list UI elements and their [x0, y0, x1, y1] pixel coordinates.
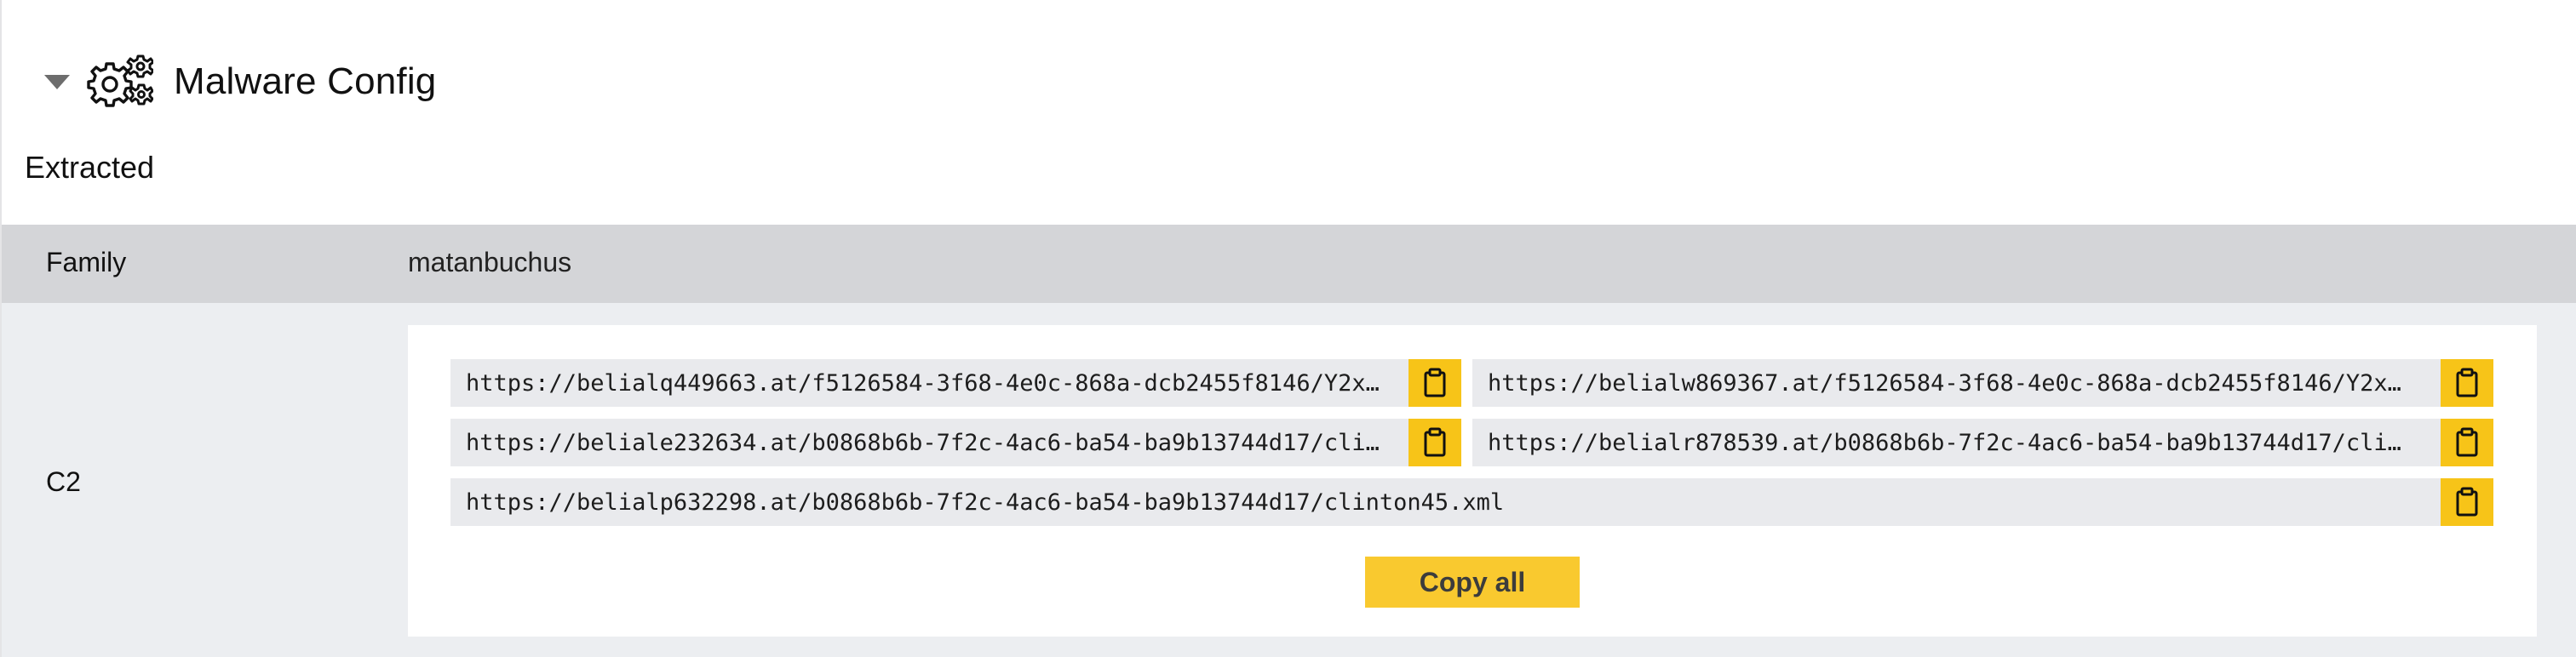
copy-all-button[interactable]: Copy all — [1365, 557, 1580, 608]
clipboard-icon — [1424, 427, 1446, 457]
family-value: matanbuchus — [408, 247, 572, 277]
section-title: Malware Config — [174, 60, 437, 102]
c2-row: C2 https://belialq449663.at/f5126584-3f6… — [2, 303, 2576, 657]
clipboard-icon — [2456, 487, 2478, 517]
copy-url-button[interactable] — [2441, 478, 2493, 526]
c2-url-text[interactable]: https://beliale232634.at/b0868b6b-7f2c-4… — [450, 430, 1408, 456]
c2-url-item: https://belialq449663.at/f5126584-3f68-4… — [450, 359, 1461, 407]
clipboard-icon — [2456, 368, 2478, 397]
c2-label: C2 — [46, 466, 81, 497]
c2-url-text[interactable]: https://belialq449663.at/f5126584-3f68-4… — [450, 370, 1408, 397]
c2-url-item: https://belialp632298.at/b0868b6b-7f2c-4… — [450, 478, 2493, 526]
copy-url-button[interactable] — [1408, 359, 1461, 407]
family-row: Family matanbuchus — [2, 225, 2576, 303]
clipboard-icon — [2456, 427, 2478, 457]
c2-url-item: https://belialw869367.at/f5126584-3f68-4… — [1472, 359, 2493, 407]
clipboard-icon — [1424, 368, 1446, 397]
c2-url-text[interactable]: https://belialr878539.at/b0868b6b-7f2c-4… — [1472, 430, 2441, 456]
malware-config-page: Malware Config Extracted Family matanbuc… — [0, 0, 2576, 657]
extracted-heading: Extracted — [25, 150, 155, 185]
c2-url-item: https://beliale232634.at/b0868b6b-7f2c-4… — [450, 419, 1461, 466]
c2-url-text[interactable]: https://belialp632298.at/b0868b6b-7f2c-4… — [450, 489, 2441, 516]
c2-url-item: https://belialr878539.at/b0868b6b-7f2c-4… — [1472, 419, 2493, 466]
copy-url-button[interactable] — [2441, 419, 2493, 466]
copy-url-button[interactable] — [1408, 419, 1461, 466]
c2-panel: https://belialq449663.at/f5126584-3f68-4… — [408, 325, 2537, 637]
collapse-caret-icon[interactable] — [44, 74, 70, 89]
c2-url-text[interactable]: https://belialw869367.at/f5126584-3f68-4… — [1472, 370, 2441, 397]
family-label: Family — [46, 247, 127, 277]
copy-url-button[interactable] — [2441, 359, 2493, 407]
section-header[interactable]: Malware Config — [44, 48, 436, 116]
gears-icon — [87, 54, 153, 107]
